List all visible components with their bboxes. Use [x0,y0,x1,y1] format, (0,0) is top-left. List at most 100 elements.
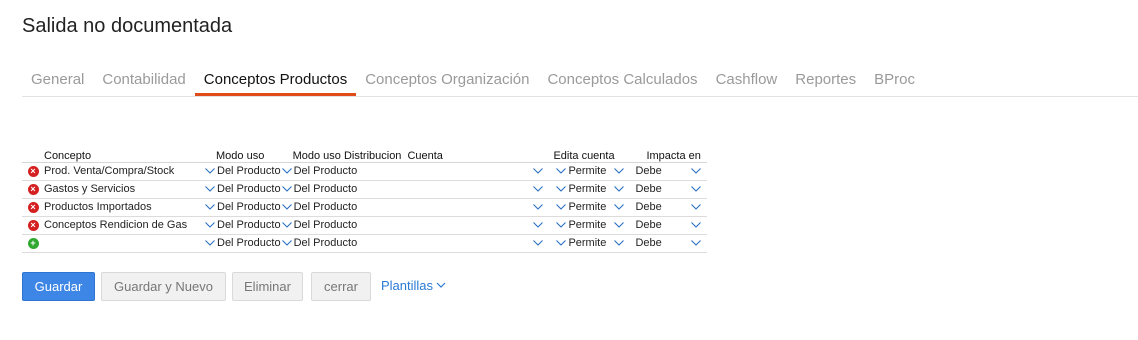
impacta-en-select[interactable]: Debe [635,180,708,199]
impacta-en-select[interactable]: Debe [635,234,708,253]
chevron-down-icon [532,185,544,193]
chevron-down-icon [281,239,293,247]
modo-uso-distribucion-value: Del Producto [293,183,358,195]
cuenta-select[interactable] [401,180,554,199]
chevron-down-icon [555,167,567,175]
edita-cuenta-select[interactable]: Permite [553,162,636,181]
header-concepto: Concepto [44,146,204,163]
tab-cashflow[interactable]: Cashflow [707,62,787,96]
table-row: × Prod. Venta/Compra/Stock Del Producto Del… [22,162,708,181]
concepto-cell[interactable]: Conceptos Rendicion de Gas [44,216,204,235]
modo-uso-distribucion-select[interactable]: Del Producto [280,180,402,199]
chevron-down-icon [204,167,216,175]
impacta-en-value: Debe [635,201,662,213]
tab-conceptos-productos[interactable]: Conceptos Productos [194,62,357,96]
modo-uso-distribucion-value: Del Producto [293,201,358,213]
header-edita-cuenta: Edita cuenta [553,146,636,163]
chevron-down-icon [555,185,567,193]
cerrar-button[interactable]: cerrar [311,272,371,301]
guardar-y-nuevo-button[interactable]: Guardar y Nuevo [101,272,226,301]
plantillas-dropdown[interactable]: Plantillas [381,278,448,293]
edita-cuenta-select[interactable]: Permite [553,180,636,199]
edita-cuenta-value: Permite [568,219,607,231]
chevron-down-icon [690,167,702,175]
edita-cuenta-value: Permite [568,201,607,213]
table-row: × Productos Importados Del Producto Del Pro… [22,198,708,217]
modo-uso-select[interactable]: Del Producto [204,162,281,181]
conceptos-table: Concepto Modo uso Modo uso Distribucion … [22,146,708,253]
chevron-down-icon [532,239,544,247]
modo-uso-select[interactable]: Del Producto [204,234,281,253]
concepto-cell[interactable]: Gastos y Servicios [44,180,204,199]
chevron-down-icon [690,203,702,211]
chevron-down-icon [613,221,625,229]
concepto-cell[interactable] [44,234,204,253]
tab-conceptos-organizacion[interactable]: Conceptos Organización [356,62,538,96]
table-row: + Del Producto Del Producto Permite Debe [22,234,708,253]
modo-uso-value: Del Producto [217,219,281,231]
row-action-cell: × [22,180,44,199]
edita-cuenta-value: Permite [568,237,607,249]
chevron-down-icon [690,185,702,193]
header-modo-uso-distribucion: Modo uso Distribucion [280,146,402,163]
chevron-down-icon [204,239,216,247]
impacta-en-select[interactable]: Debe [635,198,708,217]
edita-cuenta-select[interactable]: Permite [553,234,636,253]
remove-circle-icon[interactable]: × [27,165,39,177]
remove-circle-icon[interactable]: × [27,201,39,213]
impacta-en-select[interactable]: Debe [635,216,708,235]
impacta-en-value: Debe [635,165,662,177]
cuenta-select[interactable] [401,216,554,235]
remove-circle-icon[interactable]: × [27,183,39,195]
edita-cuenta-select[interactable]: Permite [553,216,636,235]
edita-cuenta-value: Permite [568,183,607,195]
impacta-en-select[interactable]: Debe [635,162,708,181]
modo-uso-distribucion-value: Del Producto [293,219,358,231]
impacta-en-value: Debe [635,237,662,249]
modo-uso-distribucion-select[interactable]: Del Producto [280,162,402,181]
cuenta-select[interactable] [401,198,554,217]
chevron-down-icon [436,282,448,290]
tab-reportes[interactable]: Reportes [786,62,865,96]
modo-uso-select[interactable]: Del Producto [204,180,281,199]
edita-cuenta-select[interactable]: Permite [553,198,636,217]
table-row: × Conceptos Rendicion de Gas Del Producto D… [22,216,708,235]
chevron-down-icon [281,185,293,193]
modo-uso-distribucion-value: Del Producto [293,237,358,249]
chevron-down-icon [204,185,216,193]
row-action-cell: × [22,216,44,235]
guardar-button[interactable]: Guardar [22,272,95,301]
chevron-down-icon [613,203,625,211]
tab-bar: General Contabilidad Conceptos Productos… [22,62,1138,97]
chevron-down-icon [555,203,567,211]
cuenta-select[interactable] [401,234,554,253]
chevron-down-icon [532,221,544,229]
eliminar-button[interactable]: Eliminar [232,272,303,301]
remove-circle-icon[interactable]: × [27,219,39,231]
modo-uso-select[interactable]: Del Producto [204,198,281,217]
concepto-cell[interactable]: Prod. Venta/Compra/Stock [44,162,204,181]
chevron-down-icon [555,239,567,247]
modo-uso-distribucion-select[interactable]: Del Producto [280,198,402,217]
table-header-row: Concepto Modo uso Modo uso Distribucion … [22,146,708,163]
chevron-down-icon [204,221,216,229]
impacta-en-value: Debe [635,219,662,231]
add-circle-icon[interactable]: + [27,237,39,249]
tab-bproc[interactable]: BProc [865,62,924,96]
modo-uso-select[interactable]: Del Producto [204,216,281,235]
header-action [22,146,44,163]
chevron-down-icon [532,167,544,175]
header-cuenta: Cuenta [401,146,554,163]
chevron-down-icon [281,167,293,175]
plantillas-label: Plantillas [381,278,434,293]
chevron-down-icon [613,167,625,175]
tab-general[interactable]: General [22,62,93,96]
page-title: Salida no documentada [22,15,233,37]
concepto-cell[interactable]: Productos Importados [44,198,204,217]
modo-uso-distribucion-select[interactable]: Del Producto [280,234,402,253]
modo-uso-distribucion-select[interactable]: Del Producto [280,216,402,235]
tab-contabilidad[interactable]: Contabilidad [93,62,194,96]
modo-uso-value: Del Producto [217,183,281,195]
tab-conceptos-calculados[interactable]: Conceptos Calculados [538,62,706,96]
cuenta-select[interactable] [401,162,554,181]
